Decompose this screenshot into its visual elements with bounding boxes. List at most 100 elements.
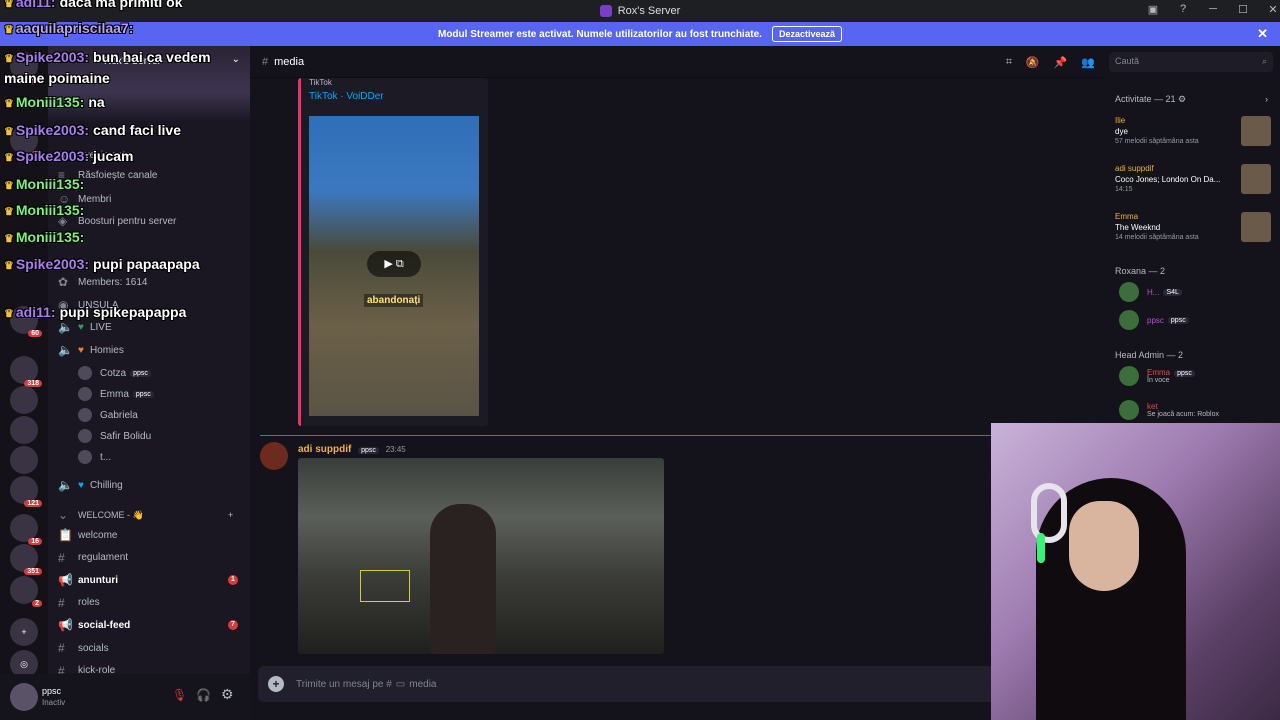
calendar-icon: ▦: [58, 148, 70, 162]
voice-user-name: t...: [100, 451, 112, 463]
close-icon[interactable]: ✕: [1257, 26, 1268, 42]
voice-user-name: Gabriela: [100, 409, 138, 421]
chat-area: # media ⌗ 🔕 📌 👥 TikTok TikTok · VoiDDer …: [250, 46, 1103, 720]
channel-social-feed[interactable]: 📢 social-feed 7: [58, 616, 238, 634]
activity-card[interactable]: adi suppdif Coco Jones; London On Da... 14…: [1115, 164, 1271, 194]
channel-hash-icon: #: [262, 55, 269, 68]
search-input[interactable]: Caută ⌕: [1109, 52, 1273, 72]
voice-user[interactable]: t...: [78, 448, 111, 466]
server-icon[interactable]: 121: [10, 476, 42, 507]
voice-channel-chilling[interactable]: 🔈 ♥ Chilling: [58, 476, 123, 494]
voice-user[interactable]: Cotza ppsc: [78, 364, 151, 382]
voice-user-name: Safir Bolidu: [100, 430, 152, 442]
channel-icon: #: [58, 595, 65, 610]
threads-icon[interactable]: ⌗: [1006, 56, 1012, 69]
voice-user[interactable]: Emma ppsc: [78, 385, 154, 403]
heart-icon: ♥: [78, 479, 84, 491]
server-icon[interactable]: 16: [10, 514, 42, 545]
channel-label: anunturi: [78, 574, 118, 586]
channel-anunturi[interactable]: 📢 anunturi 1: [58, 571, 238, 589]
avatar: [78, 408, 92, 422]
server-icon[interactable]: 60: [10, 306, 42, 337]
avatar[interactable]: [10, 683, 38, 711]
channel-icon: #: [58, 550, 65, 565]
unsula-channel[interactable]: ◉ UNSULA: [58, 296, 119, 314]
browse-channels-item[interactable]: ≡ Răsfoiește canale: [58, 166, 158, 184]
voice-channel-homies[interactable]: 🔈 ♥ Homies: [58, 341, 124, 359]
member-item[interactable]: ket Se joacă acum: Roblox: [1119, 400, 1219, 420]
server-icon[interactable]: 8: [10, 126, 42, 157]
members-count-channel[interactable]: ✿ Members: 1614: [58, 273, 147, 291]
game-screenshot-image[interactable]: [298, 458, 664, 654]
channel-label: socials: [78, 642, 109, 654]
avatar: [1119, 366, 1139, 386]
help-icon[interactable]: ?: [1168, 3, 1198, 16]
play-icon[interactable]: ▶ ⧉: [367, 251, 421, 277]
voice-user[interactable]: Gabriela: [78, 406, 138, 424]
add-server-icon[interactable]: +: [10, 618, 38, 646]
boosts-item[interactable]: ◈ Boosturi pentru server: [58, 212, 176, 230]
channel-roles[interactable]: # roles: [58, 594, 100, 612]
member-item[interactable]: H... S4L: [1119, 282, 1182, 302]
server-icon[interactable]: 318: [10, 356, 42, 387]
gear-icon[interactable]: ⚙: [221, 686, 234, 703]
maximize-button[interactable]: ☐: [1228, 3, 1258, 16]
close-window-button[interactable]: ✕: [1258, 3, 1280, 16]
member-item[interactable]: ppsc ppsc: [1119, 310, 1189, 330]
notifications-muted-icon[interactable]: 🔕: [1026, 56, 1040, 69]
message-header: adi suppdif ppsc 23:45: [298, 444, 406, 455]
server-icon[interactable]: 351: [10, 544, 42, 575]
user-status: Inactiv: [42, 698, 66, 707]
channel-welcome[interactable]: 📋 welcome: [58, 526, 117, 544]
unread-badge: 344: [24, 76, 42, 83]
server-header[interactable]: Rox's Server ⌄: [48, 46, 250, 122]
activity-header[interactable]: Activitate — 21 ⚙ ›: [1115, 94, 1268, 105]
member-name: ket: [1147, 402, 1158, 411]
voice-user[interactable]: Safir Bolidu: [78, 427, 151, 445]
embed-title[interactable]: TikTok · VoiDDer: [301, 87, 488, 110]
minimize-button[interactable]: ─: [1198, 3, 1228, 16]
server-icon[interactable]: 344: [10, 52, 42, 83]
author-name[interactable]: adi suppdif: [298, 444, 351, 455]
pin-icon[interactable]: 📌: [1054, 56, 1068, 69]
window-controls: ▣ ? ─ ☐ ✕: [1138, 3, 1280, 16]
server-icon[interactable]: 2: [10, 576, 42, 607]
title-bar: Rox's Server ▣ ? ─ ☐ ✕: [0, 0, 1280, 22]
channel-icon: 📋: [58, 528, 73, 542]
activity-card[interactable]: Ilie dye 57 melodii săptămâna asta: [1115, 116, 1271, 146]
heart-icon: ♥: [78, 344, 84, 356]
channel-label: roles: [78, 597, 100, 609]
server-icon[interactable]: [10, 416, 38, 444]
server-icon[interactable]: [10, 446, 38, 474]
avatar[interactable]: [260, 442, 288, 470]
unread-badge: 351: [24, 568, 42, 575]
voice-channel-live[interactable]: 🔈 ♥ LIVE: [58, 318, 112, 336]
member-item[interactable]: Emma ppsc În voce: [1119, 366, 1195, 386]
channel-icon: #: [58, 641, 65, 655]
add-channel-icon[interactable]: +: [228, 510, 233, 520]
mic-muted-icon[interactable]: 🎙: [172, 688, 187, 702]
server-icon[interactable]: [10, 386, 38, 414]
channel-socials[interactable]: # socials: [58, 639, 109, 657]
avatar: [1119, 400, 1139, 420]
message-composer[interactable]: + Trimite un mesaj pe # ▭ media 🎁: [258, 666, 1095, 702]
member-name: Emma: [1147, 368, 1171, 377]
speaker-icon: 🔈: [58, 343, 73, 357]
streamer-mode-banner: Modul Streamer este activat. Numele util…: [0, 22, 1280, 46]
composer-placeholder: Trimite un mesaj pe #: [296, 678, 392, 690]
new-messages-divider: [260, 435, 1103, 436]
member-list-icon[interactable]: 👥: [1081, 56, 1095, 69]
add-attachment-icon[interactable]: +: [268, 676, 284, 692]
category-welcome[interactable]: ⌄ WELCOME - 👋 +: [58, 506, 233, 524]
embed-video[interactable]: ▶ ⧉ abandonați: [309, 116, 479, 416]
events-item[interactable]: ▦ Evenimente: [58, 146, 131, 164]
inbox-icon[interactable]: ▣: [1138, 3, 1168, 16]
channel-regulament[interactable]: # regulament: [58, 549, 128, 567]
headset-deafened-icon[interactable]: 🎧: [196, 688, 211, 702]
user-panel: ppsc Inactiv 🎙 🎧 ⚙: [0, 674, 250, 720]
activity-card[interactable]: Emma The Weeknd 14 melodii săptămâna asta: [1115, 212, 1271, 242]
gear-icon: ⚙: [1178, 94, 1187, 104]
disable-streamer-button[interactable]: Dezactivează: [771, 26, 842, 42]
unread-badge: 2: [32, 600, 42, 607]
members-item[interactable]: ☺ Membri: [58, 190, 111, 208]
